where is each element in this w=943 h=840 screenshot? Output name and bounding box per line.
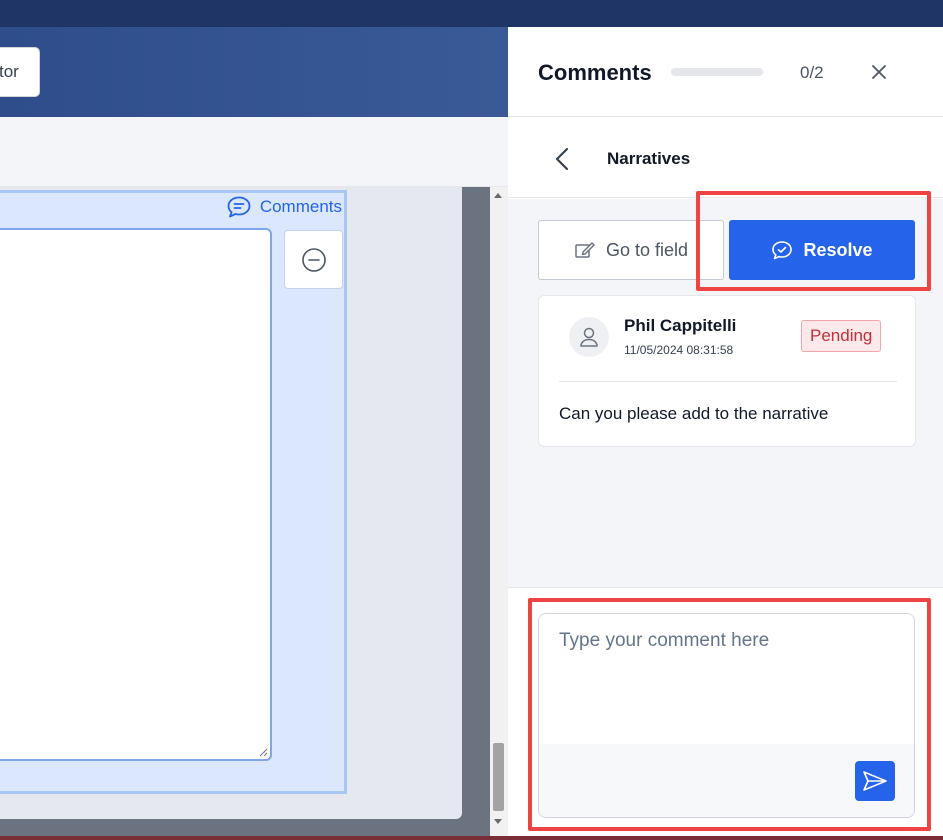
comment-author: Phil Cappitelli: [624, 316, 737, 335]
window-bottom-edge: [0, 836, 943, 840]
user-icon: [580, 327, 598, 347]
resize-grip-icon[interactable]: [259, 748, 268, 757]
app-header: tor: [0, 27, 508, 117]
close-icon[interactable]: [869, 62, 889, 82]
panel-title: Comments: [538, 60, 652, 85]
comment-input[interactable]: [539, 614, 914, 744]
narrative-textarea[interactable]: [0, 228, 272, 761]
narrative-field-container: Comments: [0, 190, 347, 794]
scroll-down-arrow-icon[interactable]: [494, 819, 502, 824]
comment-composer-area: [508, 587, 943, 840]
header-action-button[interactable]: tor: [0, 47, 40, 97]
vertical-scrollbar[interactable]: [490, 187, 508, 840]
scroll-up-arrow-icon[interactable]: [494, 193, 502, 198]
status-badge: Pending: [801, 320, 882, 352]
send-button[interactable]: [855, 761, 895, 801]
comment-card: Phil Cappitelli 11/05/2024 08:31:58 Pend…: [538, 295, 916, 447]
scroll-thumb[interactable]: [493, 743, 504, 811]
app-toolbar: [0, 117, 508, 187]
comment-composer: [538, 613, 915, 818]
resolved-count: 0/2: [800, 63, 824, 82]
thread-field-title: Narratives: [607, 149, 691, 168]
field-comments-label: Comments: [259, 197, 342, 216]
composer-footer: [539, 744, 914, 817]
chat-bubble-icon: [227, 196, 251, 218]
go-to-field-button[interactable]: Go to field: [538, 220, 724, 280]
check-bubble-icon: [772, 241, 793, 260]
remove-field-button[interactable]: [284, 230, 343, 289]
comment-text: Can you please add to the narrative: [559, 404, 829, 423]
window-top-bar: [0, 0, 943, 27]
comments-panel: Comments 0/2 Narratives Go to field Reso…: [508, 27, 943, 840]
document-canvas: Comments: [0, 187, 490, 840]
go-to-field-label: Go to field: [605, 239, 689, 260]
field-comments-link[interactable]: Comments: [226, 195, 342, 219]
chevron-left-icon[interactable]: [552, 146, 572, 172]
avatar: [569, 317, 609, 357]
edit-icon: [575, 242, 595, 258]
comment-timestamp: 11/05/2024 08:31:58: [624, 343, 734, 357]
document-page: Comments: [0, 187, 462, 819]
comment-thread-body: Go to field Resolve Phil Cappitelli 11/0…: [508, 191, 943, 587]
comment-thread-nav: Narratives: [508, 118, 943, 198]
resolved-progress-bar: [671, 68, 763, 76]
resolve-button[interactable]: Resolve: [729, 220, 915, 280]
minus-circle-icon: [301, 247, 326, 272]
comments-panel-header: Comments 0/2: [508, 27, 943, 117]
resolve-label: Resolve: [803, 239, 873, 260]
send-icon: [863, 771, 887, 791]
card-divider: [559, 381, 897, 382]
